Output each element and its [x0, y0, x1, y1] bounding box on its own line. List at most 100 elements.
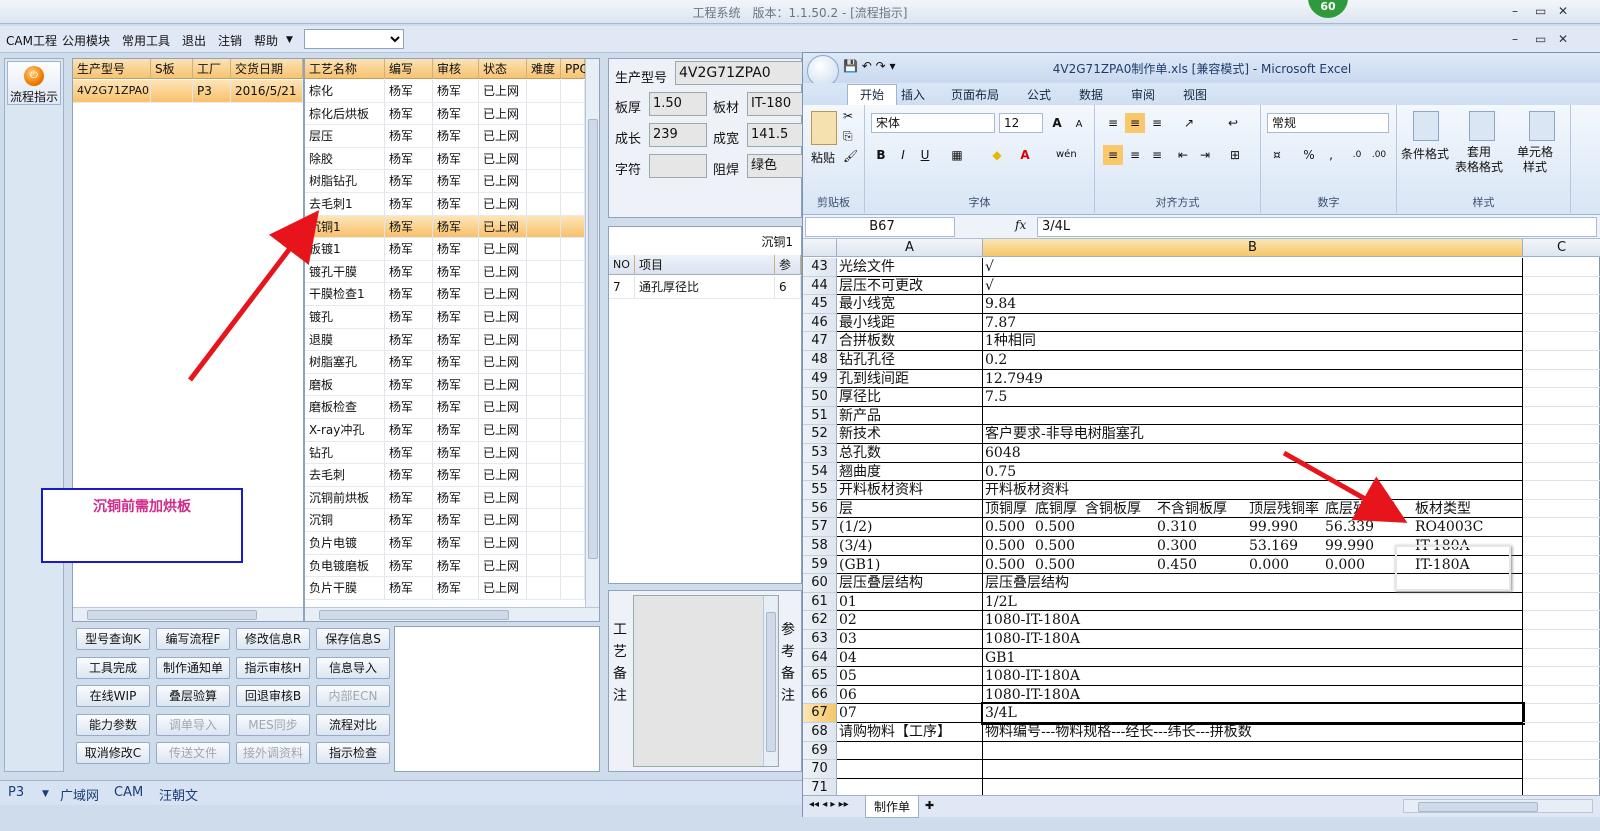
cell-c[interactable]: [1523, 611, 1600, 630]
select-all[interactable]: [803, 239, 837, 257]
col-process-name[interactable]: 工艺名称: [305, 59, 385, 79]
length-field[interactable]: 239: [649, 123, 707, 147]
font-color-icon[interactable]: A: [1015, 145, 1035, 165]
table-row[interactable]: 负片电镀 杨军 杨军 已上网: [305, 532, 585, 555]
table-row[interactable]: 树脂塞孔 杨军 杨军 已上网: [305, 351, 585, 374]
action-button[interactable]: 调单导入: [156, 713, 230, 736]
table-row[interactable]: 去毛刺1 杨军 杨军 已上网: [305, 193, 585, 216]
col-date[interactable]: 交货日期: [231, 59, 303, 79]
orientation-icon[interactable]: ↗: [1179, 113, 1199, 133]
cell-b[interactable]: √: [983, 276, 1523, 296]
row-header[interactable]: 71: [803, 778, 837, 795]
col-reviewer[interactable]: 审核: [433, 59, 479, 79]
model-field[interactable]: 4V2G71ZPA0: [675, 61, 803, 85]
cut-icon[interactable]: ✂: [843, 109, 853, 123]
sheet-nav-icons[interactable]: ◂◂ ◂ ▸ ▸▸: [809, 799, 849, 810]
table-row[interactable]: 层压 杨军 杨军 已上网: [305, 125, 585, 148]
factory-dropdown-icon[interactable]: ▼: [38, 788, 53, 800]
cell-a[interactable]: 开料板材资料: [837, 481, 983, 500]
tab-formula[interactable]: 公式: [1027, 86, 1051, 103]
cell-a[interactable]: (GB1): [837, 555, 983, 575]
action-button[interactable]: 传送文件: [156, 742, 230, 764]
cell-b[interactable]: 1080-IT-180A: [983, 611, 1523, 630]
number-format-box[interactable]: 常规: [1267, 113, 1389, 133]
table-row[interactable]: 7 通孔厚径比 6: [609, 276, 801, 299]
cell-c[interactable]: [1523, 370, 1600, 389]
cell-b[interactable]: 0.2: [983, 351, 1523, 370]
font-size-box[interactable]: 12: [999, 113, 1043, 133]
cell-c[interactable]: [1523, 295, 1600, 314]
cell-c[interactable]: [1523, 742, 1600, 761]
col-header-b[interactable]: B: [983, 239, 1523, 257]
process-vscroll[interactable]: [585, 59, 599, 607]
align-top-icon[interactable]: ≡: [1103, 113, 1123, 133]
cell-a[interactable]: 孔到线间距: [837, 369, 983, 389]
cell-a[interactable]: [837, 760, 983, 779]
row-header[interactable]: 53: [803, 444, 837, 463]
currency-icon[interactable]: ¤: [1267, 145, 1287, 165]
cell-b[interactable]: 1080-IT-180A: [983, 667, 1523, 686]
col-s[interactable]: S板: [151, 59, 193, 79]
row-header[interactable]: 58: [803, 537, 837, 556]
cell-c[interactable]: [1523, 779, 1600, 795]
cell-c[interactable]: [1523, 258, 1600, 277]
maximize-button[interactable]: ▭: [1535, 4, 1546, 18]
cell-b[interactable]: 物料编号---物料规格---经长---纬长---拼板数: [983, 723, 1523, 742]
row-header[interactable]: 60: [803, 574, 837, 593]
cell-b[interactable]: 9.84: [983, 295, 1523, 314]
indent-increase-icon[interactable]: ⇥: [1195, 145, 1215, 165]
cell-a[interactable]: 03: [837, 630, 983, 649]
process-hscroll[interactable]: [305, 607, 599, 621]
tab-layout[interactable]: 页面布局: [951, 86, 999, 103]
increase-decimal-icon[interactable]: .0: [1347, 145, 1367, 165]
table-row[interactable]: 板镀1 杨军 杨军 已上网: [305, 238, 585, 261]
action-button[interactable]: 编写流程F: [156, 628, 230, 650]
cell-c[interactable]: [1523, 630, 1600, 649]
cell-c[interactable]: [1523, 649, 1600, 668]
cell-a[interactable]: 翘曲度: [837, 462, 983, 482]
font-name-box[interactable]: 宋体: [871, 113, 995, 133]
menu-select[interactable]: [304, 29, 404, 49]
table-row[interactable]: 棕化后烘板 杨军 杨军 已上网: [305, 102, 585, 126]
action-button[interactable]: 接外调资料: [236, 742, 310, 764]
table-row[interactable]: 钻孔 杨军 杨军 已上网: [305, 441, 585, 465]
cell-a[interactable]: 请购物料【工序】: [837, 723, 983, 742]
cond-format-icon[interactable]: [1413, 111, 1439, 141]
log-box[interactable]: [394, 626, 600, 772]
comma-icon[interactable]: ,: [1321, 145, 1341, 165]
row-header[interactable]: 68: [803, 723, 837, 742]
row-header[interactable]: 52: [803, 425, 837, 444]
underline-icon[interactable]: U: [915, 145, 935, 165]
mdi-restore-button[interactable]: ▭: [1535, 32, 1546, 46]
action-button[interactable]: 保存信息S: [316, 628, 390, 650]
paste-label[interactable]: 粘贴: [811, 149, 835, 166]
action-button[interactable]: 修改信息R: [236, 628, 310, 650]
cell-c[interactable]: [1523, 760, 1600, 779]
mdi-minimize-button[interactable]: –: [1512, 32, 1518, 46]
cell-a[interactable]: 总孔数: [837, 444, 983, 463]
paste-icon[interactable]: [811, 111, 837, 145]
cell-a[interactable]: 厚径比: [837, 388, 983, 407]
cell-b[interactable]: 1080-IT-180A: [983, 630, 1523, 649]
row-header[interactable]: 47: [803, 332, 837, 351]
col-model[interactable]: 生产型号: [73, 59, 151, 79]
cell-c[interactable]: [1523, 425, 1600, 444]
cell-b[interactable]: 0.75: [983, 462, 1523, 482]
table-row[interactable]: 镀孔 杨军 杨军 已上网: [305, 306, 585, 329]
tab-home[interactable]: 开始: [847, 84, 898, 105]
row-header[interactable]: 50: [803, 388, 837, 407]
grow-font-icon[interactable]: A: [1047, 113, 1067, 133]
row-header[interactable]: 62: [803, 611, 837, 630]
col-ppq[interactable]: PPQ: [561, 59, 589, 79]
table-format-icon[interactable]: [1469, 111, 1495, 141]
cell-b[interactable]: [983, 760, 1523, 779]
flow-instruction-button[interactable]: ⏻ 流程指示: [7, 61, 61, 105]
new-sheet-icon[interactable]: ✚: [925, 799, 934, 812]
cell-a[interactable]: 新技术: [837, 425, 983, 444]
row-header[interactable]: 49: [803, 369, 837, 389]
row-header[interactable]: 46: [803, 313, 837, 333]
menu-exit[interactable]: 退出: [182, 32, 206, 49]
row-header[interactable]: 61: [803, 592, 837, 612]
indent-decrease-icon[interactable]: ⇤: [1173, 145, 1193, 165]
cell-c[interactable]: [1523, 593, 1600, 612]
